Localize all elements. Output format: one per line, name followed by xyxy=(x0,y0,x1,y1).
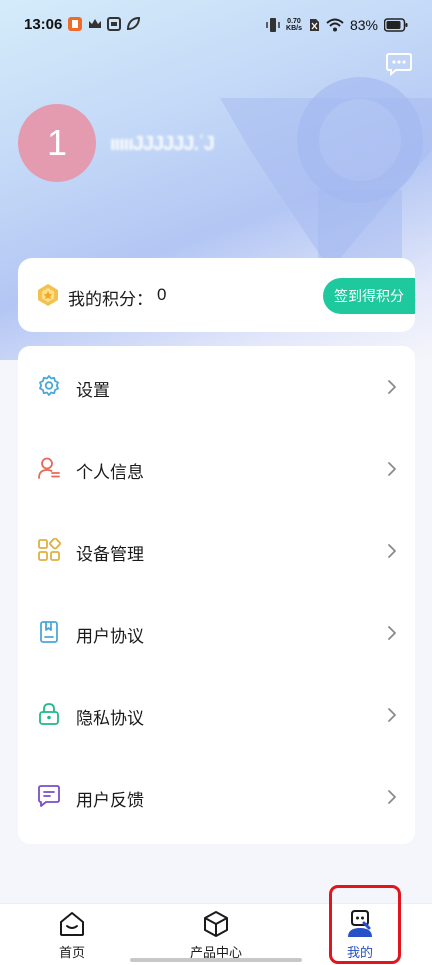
active-tab-highlight xyxy=(329,885,401,964)
menu-label-device-management: 设备管理 xyxy=(76,545,144,564)
menu-item-user-agreement[interactable]: 用户协议 xyxy=(18,592,415,674)
status-bar: 13:06 0.70 KB/s 83% xyxy=(0,0,432,52)
status-right: 0.70 KB/s 83% xyxy=(266,15,408,35)
tab-home-label: 首页 xyxy=(58,945,85,960)
points-badge-icon xyxy=(38,284,58,306)
chevron-right-icon xyxy=(388,380,396,394)
vibrate-icon xyxy=(266,18,280,32)
avatar[interactable]: 1 xyxy=(18,104,96,182)
net-speed: 0.70 KB/s xyxy=(286,18,302,32)
menu-label-settings: 设置 xyxy=(76,381,110,400)
chat-bubble-icon[interactable] xyxy=(386,52,412,76)
home-indicator[interactable] xyxy=(130,958,302,962)
gear-icon xyxy=(39,375,59,396)
points-value: 0 xyxy=(157,285,167,304)
battery-icon xyxy=(384,18,408,32)
grid-icon xyxy=(38,538,61,561)
document-icon xyxy=(40,621,58,643)
sign-in-button[interactable]: 签到得积分 xyxy=(323,278,415,314)
status-time: 13:06 xyxy=(24,16,63,33)
chevron-right-icon xyxy=(388,544,396,558)
menu-item-feedback[interactable]: 用户反馈 xyxy=(18,756,415,838)
menu-item-device-management[interactable]: 设备管理 xyxy=(18,510,415,592)
feedback-icon xyxy=(38,785,60,807)
menu-label-personal-info: 个人信息 xyxy=(76,463,144,482)
lock-icon xyxy=(39,703,59,725)
chevron-right-icon xyxy=(388,626,396,640)
menu-label-user-agreement: 用户协议 xyxy=(76,627,144,646)
chevron-right-icon xyxy=(388,708,396,722)
menu-item-settings[interactable]: 设置 xyxy=(18,346,415,428)
wifi-icon xyxy=(326,18,344,32)
menu-item-personal-info[interactable]: 个人信息 xyxy=(18,428,415,510)
sim-icon xyxy=(309,19,319,31)
menu-card: 设置 个人信息 设备管理 用户协议 隐私协议 用户反馈 xyxy=(18,346,415,844)
chevron-right-icon xyxy=(388,462,396,476)
battery-percent: 83% xyxy=(349,17,378,33)
tab-product-center[interactable]: 产品中心 xyxy=(161,904,271,965)
net-speed-unit: KB/s xyxy=(286,25,302,32)
net-speed-value: 0.70 xyxy=(287,18,301,25)
crown-icon xyxy=(89,19,101,28)
app-notification-icon xyxy=(68,17,82,31)
leaf-icon xyxy=(126,17,140,31)
avatar-initial: 1 xyxy=(46,122,68,163)
username: ıııııJJJJJJ.ʿJ xyxy=(110,133,215,155)
points-card: 我的积分： 0 签到得积分 xyxy=(18,258,415,332)
points-label: 我的积分： xyxy=(68,290,153,309)
app-icon xyxy=(107,17,121,31)
tab-home[interactable]: 首页 xyxy=(17,904,127,965)
menu-label-feedback: 用户反馈 xyxy=(76,791,144,810)
home-icon xyxy=(60,912,84,936)
chevron-right-icon xyxy=(388,790,396,804)
cube-icon xyxy=(204,911,228,937)
menu-label-privacy-agreement: 隐私协议 xyxy=(76,709,144,728)
menu-item-privacy-agreement[interactable]: 隐私协议 xyxy=(18,674,415,756)
person-icon xyxy=(38,457,60,479)
